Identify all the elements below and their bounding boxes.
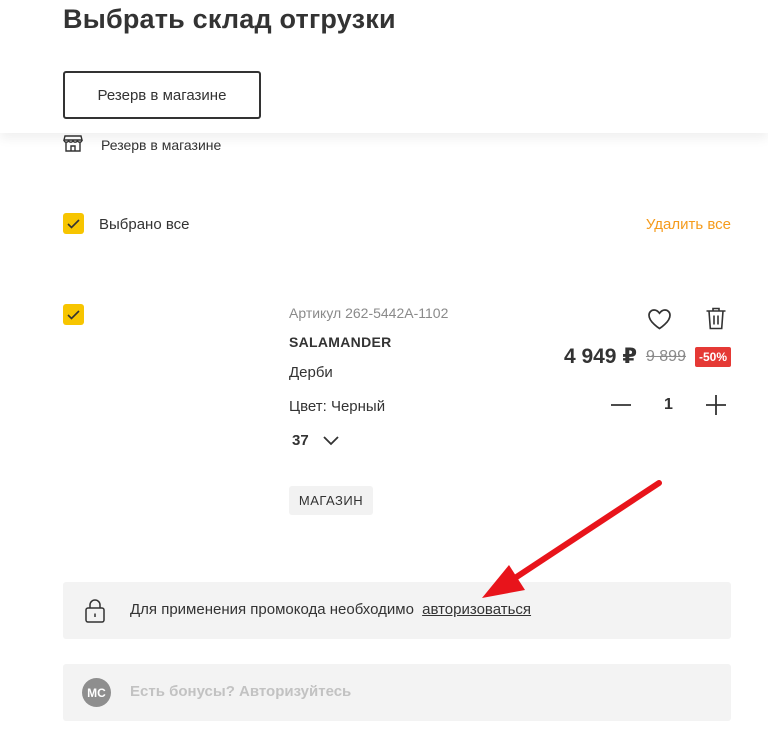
page-title: Выбрать склад отгрузки	[63, 4, 396, 34]
product-color: Цвет: Черный	[289, 398, 386, 415]
check-icon	[67, 309, 80, 320]
store-icon	[63, 133, 83, 158]
price-row: 4 949 ₽ 9 899 -50%	[564, 344, 731, 369]
delete-all-button[interactable]: Удалить все	[646, 216, 731, 233]
lock-icon	[84, 598, 106, 629]
product-article: Артикул 262-5442A-1102	[289, 305, 449, 321]
product-brand[interactable]: SALAMANDER	[289, 334, 392, 350]
select-all-checkbox[interactable]	[63, 213, 84, 234]
bonus-box: МС Есть бонусы? Авторизуйтесь	[63, 664, 731, 721]
size-value: 37	[292, 432, 309, 449]
increase-quantity-button[interactable]	[705, 394, 727, 416]
tab-reserve-in-store[interactable]: Резерв в магазине	[63, 71, 261, 119]
current-price: 4 949 ₽	[563, 345, 637, 368]
decrease-quantity-button[interactable]	[609, 394, 633, 416]
favorite-button[interactable]	[645, 306, 673, 332]
chevron-down-icon	[323, 435, 339, 445]
plus-icon	[706, 395, 726, 415]
availability-chip: МАГАЗИН	[289, 486, 373, 515]
minus-icon	[611, 404, 631, 406]
promo-text: Для применения промокода необходимо авто…	[130, 601, 531, 618]
trash-icon	[706, 307, 726, 330]
discount-badge: -50%	[694, 346, 731, 367]
check-icon	[67, 218, 80, 229]
old-price: 9 899	[645, 347, 686, 365]
item-checkbox[interactable]	[63, 304, 84, 325]
size-selector[interactable]: 37	[292, 432, 339, 449]
quantity-value: 1	[664, 396, 673, 413]
promo-message: Для применения промокода необходимо	[130, 601, 414, 618]
delete-item-button[interactable]	[704, 305, 728, 332]
heart-icon	[647, 309, 671, 330]
store-row: Резерв в магазине	[63, 134, 221, 156]
promo-code-box: Для применения промокода необходимо авто…	[63, 582, 731, 639]
bonus-logo: МС	[82, 678, 111, 707]
select-all-label: Выбрано все	[99, 216, 190, 233]
store-row-label: Резерв в магазине	[101, 137, 222, 153]
bonus-login-link[interactable]: Есть бонусы? Авторизуйтесь	[130, 683, 351, 700]
product-name[interactable]: Дерби	[289, 364, 333, 381]
page-header: Выбрать склад отгрузки Резерв в магазине	[0, 0, 768, 133]
promo-login-link[interactable]: авторизоваться	[422, 601, 531, 618]
